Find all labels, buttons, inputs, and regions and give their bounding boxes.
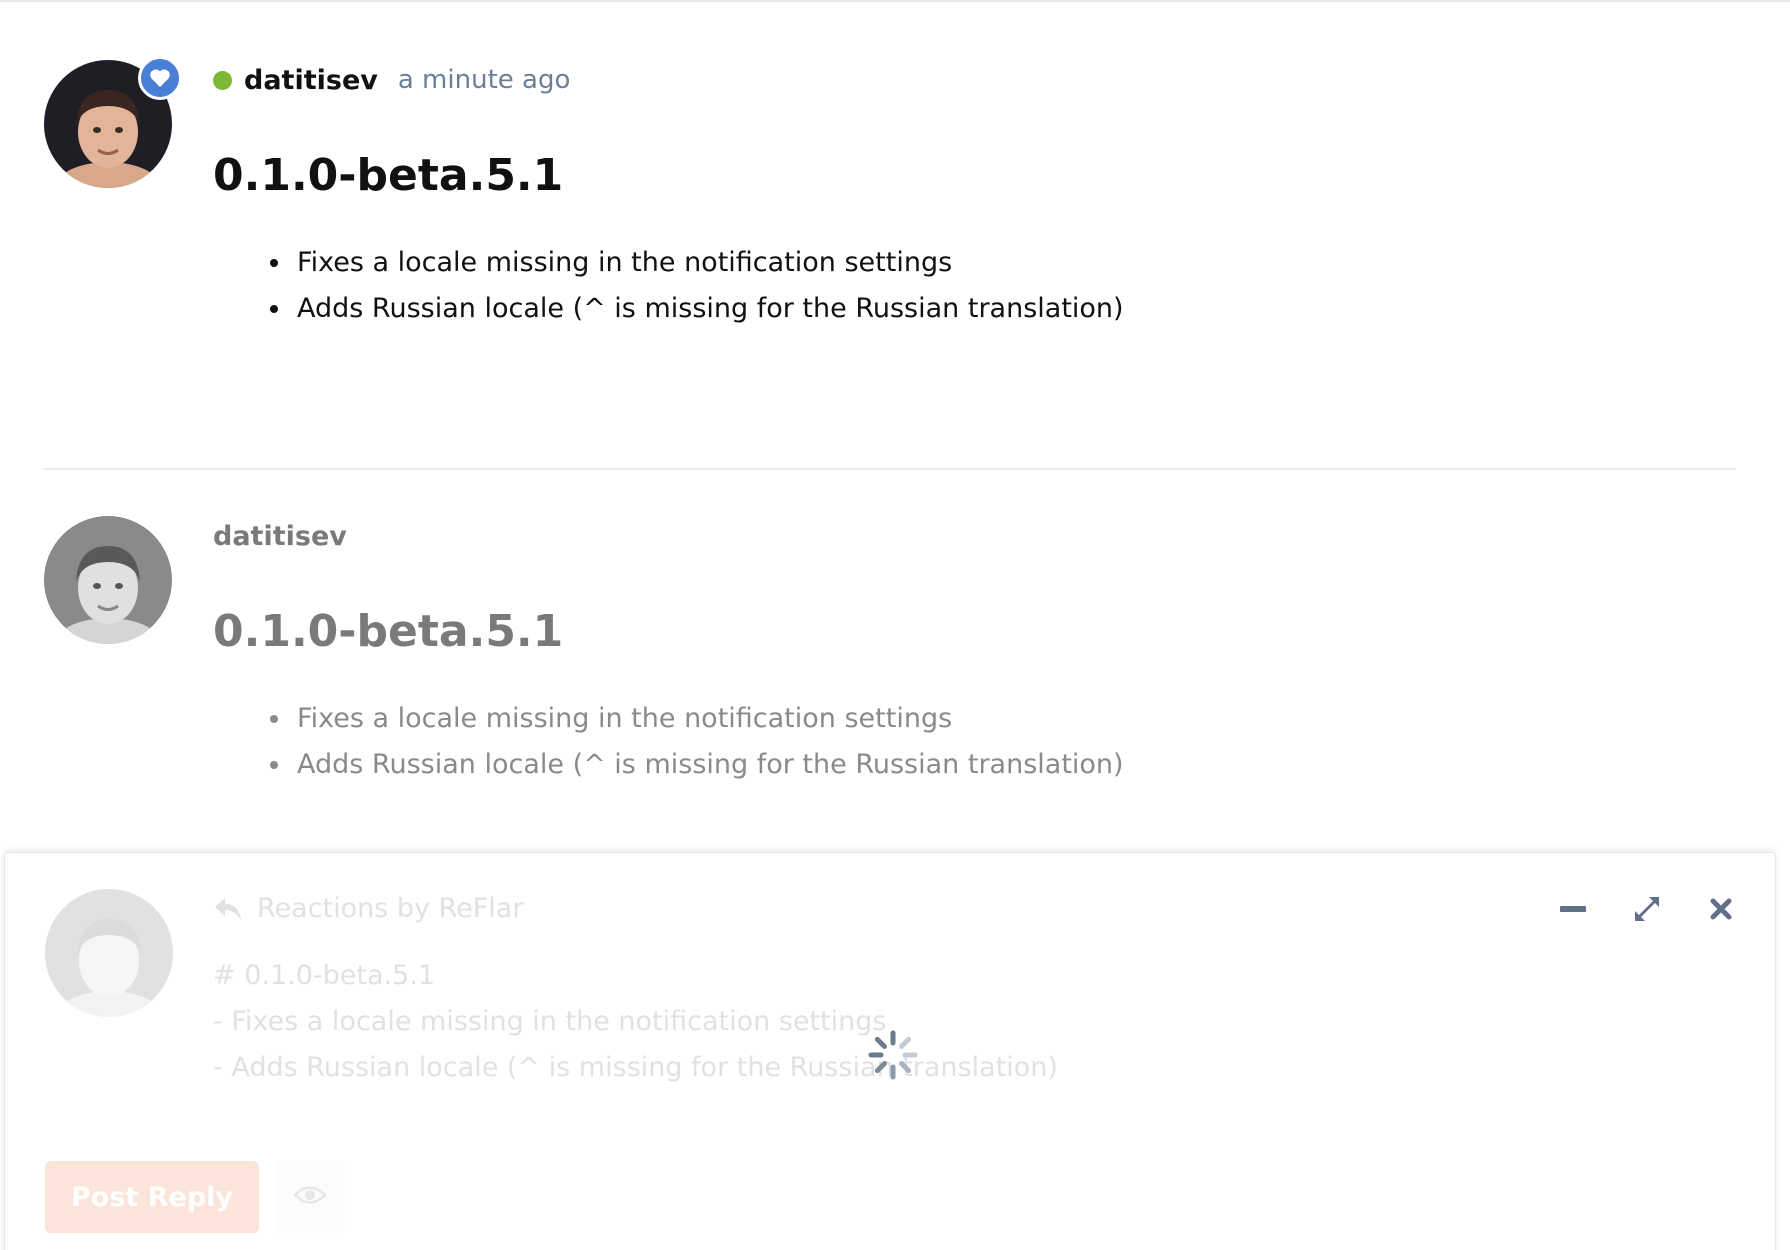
post-list: Fixes a locale missing in the notificati… xyxy=(213,696,1713,788)
composer-controls xyxy=(1557,893,1737,925)
fullscreen-icon[interactable] xyxy=(1631,893,1663,925)
post-header: datitisev xyxy=(213,516,1713,556)
eye-icon xyxy=(293,1184,327,1210)
composer-line: - Adds Russian locale (^ is missing for … xyxy=(213,1052,1058,1083)
heart-icon xyxy=(138,56,182,100)
avatar xyxy=(45,889,173,1017)
username: datitisev xyxy=(213,520,347,552)
composer-textarea[interactable]: # 0.1.0-beta.5.1 - Fixes a locale missin… xyxy=(213,953,1058,1091)
composer-header: Reactions by ReFlar xyxy=(213,893,523,924)
post-reply-button[interactable]: Post Reply xyxy=(45,1161,259,1233)
minimize-icon[interactable] xyxy=(1557,893,1589,925)
list-item: Fixes a locale missing in the notificati… xyxy=(293,240,1713,286)
list-item: Adds Russian locale (^ is missing for th… xyxy=(293,742,1713,788)
preview-button[interactable] xyxy=(275,1161,345,1233)
post-list: Fixes a locale missing in the notificati… xyxy=(213,240,1713,332)
post-header: datitisev a minute ago xyxy=(213,60,1713,100)
loading-spinner xyxy=(867,1029,919,1081)
list-item: Adds Russian locale (^ is missing for th… xyxy=(293,286,1713,332)
composer-title: Reactions by ReFlar xyxy=(257,893,524,924)
post-body: datitisev 0.1.0-beta.5.1 Fixes a locale … xyxy=(213,516,1713,788)
post-divider xyxy=(44,468,1736,470)
avatar xyxy=(44,516,172,644)
list-item: Fixes a locale missing in the notificati… xyxy=(293,696,1713,742)
reply-composer: Reactions by ReFlar # 0.1.0-beta.5.1 - F… xyxy=(4,852,1776,1250)
post-body: datitisev a minute ago 0.1.0-beta.5.1 Fi… xyxy=(213,60,1713,332)
reply-icon xyxy=(213,896,243,922)
discussion-page: datitisev a minute ago 0.1.0-beta.5.1 Fi… xyxy=(0,0,1790,1250)
post-title: 0.1.0-beta.5.1 xyxy=(213,150,564,201)
composer-line: # 0.1.0-beta.5.1 xyxy=(213,960,436,991)
close-icon[interactable] xyxy=(1705,893,1737,925)
composer-line: - Fixes a locale missing in the notifica… xyxy=(213,1006,887,1037)
post-title: 0.1.0-beta.5.1 xyxy=(213,606,564,657)
username[interactable]: datitisev xyxy=(244,65,378,96)
online-indicator xyxy=(213,70,232,90)
post-time[interactable]: a minute ago xyxy=(398,65,571,95)
